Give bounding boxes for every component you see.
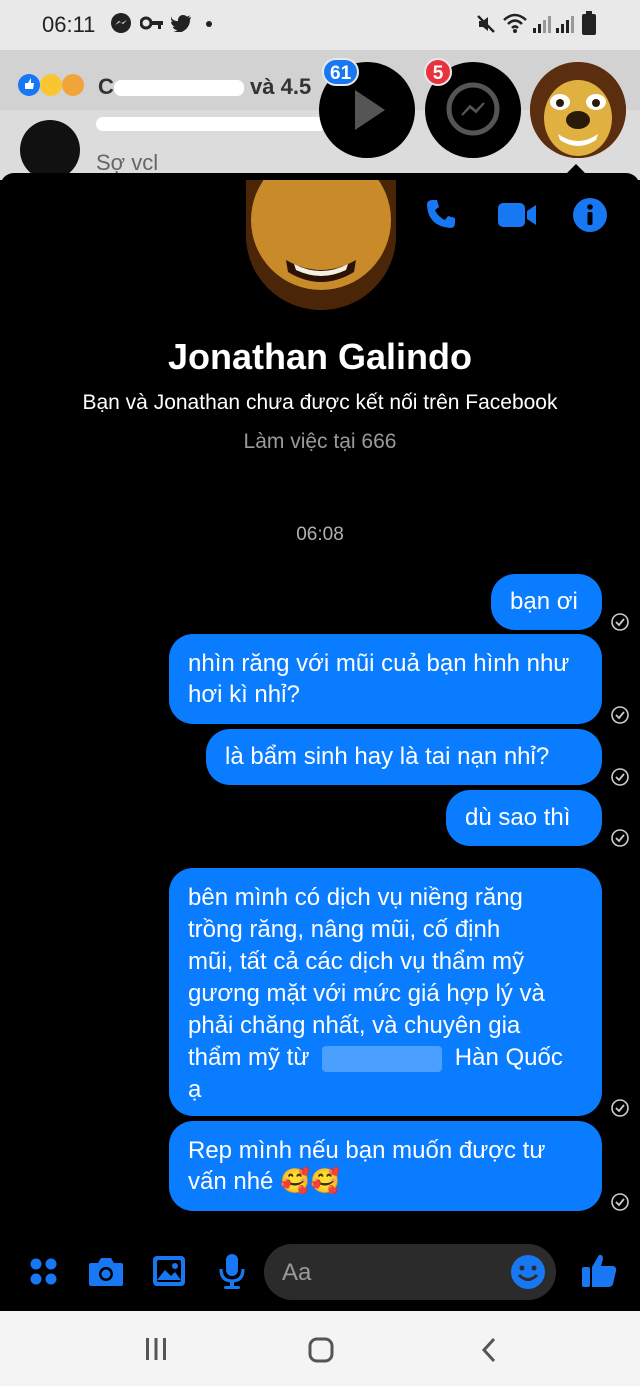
background-post-title: C và 4.5 bbox=[98, 74, 312, 99]
seen-check-icon bbox=[611, 613, 629, 631]
reactions-icon bbox=[18, 74, 84, 96]
twitter-icon bbox=[170, 15, 191, 32]
contact-avatar-image bbox=[530, 62, 626, 158]
message-text-line: bên mình có dịch vụ niềng răng bbox=[188, 884, 523, 911]
message-text-line: thẩm mỹ từ Hàn Quốc bbox=[188, 1042, 583, 1074]
chathead-video-badge: 61 bbox=[322, 58, 360, 86]
battery-icon bbox=[582, 11, 596, 35]
message-text-line: vấn nhé 🥰🥰 bbox=[188, 1168, 340, 1195]
message-bubble[interactable]: Rep mình nếu bạn muốn được tư vấn nhé 🥰🥰 bbox=[169, 1121, 602, 1211]
chathead-messenger-badge: 5 bbox=[424, 58, 452, 86]
home-icon[interactable] bbox=[307, 1336, 335, 1364]
work-info: Làm việc tại 666 bbox=[243, 430, 397, 453]
message-text-line: mũi, tất cả các dịch vụ thẩm mỹ bbox=[188, 948, 525, 975]
message-text-line: gương mặt với mức giá hợp lý và bbox=[188, 980, 545, 1007]
message-input-placeholder: Aa bbox=[282, 1259, 312, 1286]
more-notifications-dot-icon bbox=[206, 21, 212, 27]
photo-gallery-icon[interactable] bbox=[152, 1255, 186, 1287]
message-bubble[interactable]: là bẩm sinh hay là tai nạn nhỉ? bbox=[206, 729, 602, 785]
status-bar: 06:11 bbox=[0, 0, 640, 50]
status-time: 06:11 bbox=[42, 12, 96, 37]
message-text: dù sao thì bbox=[465, 804, 571, 831]
profile-name: Jonathan Galindo bbox=[167, 336, 472, 377]
camera-icon[interactable] bbox=[88, 1255, 124, 1287]
message-bubble[interactable]: dù sao thì bbox=[446, 790, 602, 846]
connection-status: Bạn và Jonathan chưa được kết nối trên F… bbox=[82, 391, 558, 414]
message-text-line: phải chăng nhất, và chuyên gia bbox=[188, 1012, 521, 1039]
messenger-notification-icon bbox=[111, 13, 131, 33]
message-text: bạn ơi bbox=[510, 588, 578, 615]
redaction-blur bbox=[322, 1045, 443, 1072]
message-text: nhìn răng với mũi cuả bạn hình như hơi k… bbox=[188, 650, 570, 708]
phone-call-icon[interactable] bbox=[424, 197, 458, 231]
message-text-fragment: thẩm mỹ từ bbox=[188, 1044, 310, 1071]
message-timestamp: 06:08 bbox=[296, 524, 344, 545]
signal-1-icon bbox=[533, 16, 551, 33]
info-icon[interactable] bbox=[572, 197, 608, 233]
message-bubble[interactable]: bên mình có dịch vụ niềng răng trồng răn… bbox=[169, 868, 602, 1116]
chathead-contact-avatar[interactable] bbox=[530, 62, 626, 158]
background-commenter-avatar bbox=[20, 120, 80, 180]
signal-2-icon bbox=[556, 16, 574, 33]
microphone-icon[interactable] bbox=[218, 1253, 246, 1289]
message-text-line: trồng răng, nâng mũi, cố định bbox=[188, 916, 501, 943]
recent-apps-icon[interactable] bbox=[143, 1336, 169, 1362]
wifi-icon bbox=[503, 13, 527, 33]
seen-check-icon bbox=[611, 829, 629, 847]
message-text-fragment: Hàn Quốc bbox=[454, 1044, 563, 1071]
seen-check-icon bbox=[611, 706, 629, 724]
emoji-icon[interactable] bbox=[510, 1254, 546, 1290]
more-actions-icon[interactable] bbox=[29, 1257, 59, 1287]
message-bubble[interactable]: nhìn răng với mũi cuả bạn hình như hơi k… bbox=[169, 634, 602, 724]
mute-icon bbox=[477, 15, 495, 33]
key-icon bbox=[140, 16, 163, 30]
video-call-icon[interactable] bbox=[497, 199, 537, 231]
message-bubble[interactable]: bạn ơi bbox=[491, 574, 602, 630]
seen-check-icon bbox=[611, 1099, 629, 1117]
seen-check-icon bbox=[611, 768, 629, 786]
background-commenter-name bbox=[96, 112, 326, 135]
message-text: là bẩm sinh hay là tai nạn nhỉ? bbox=[225, 743, 550, 770]
message-text-line: Rep mình nếu bạn muốn được tư bbox=[188, 1137, 546, 1164]
seen-check-icon bbox=[611, 1193, 629, 1211]
message-text-line: ạ bbox=[188, 1076, 202, 1103]
back-icon[interactable] bbox=[479, 1336, 499, 1364]
like-thumbs-up-icon[interactable] bbox=[580, 1251, 618, 1289]
